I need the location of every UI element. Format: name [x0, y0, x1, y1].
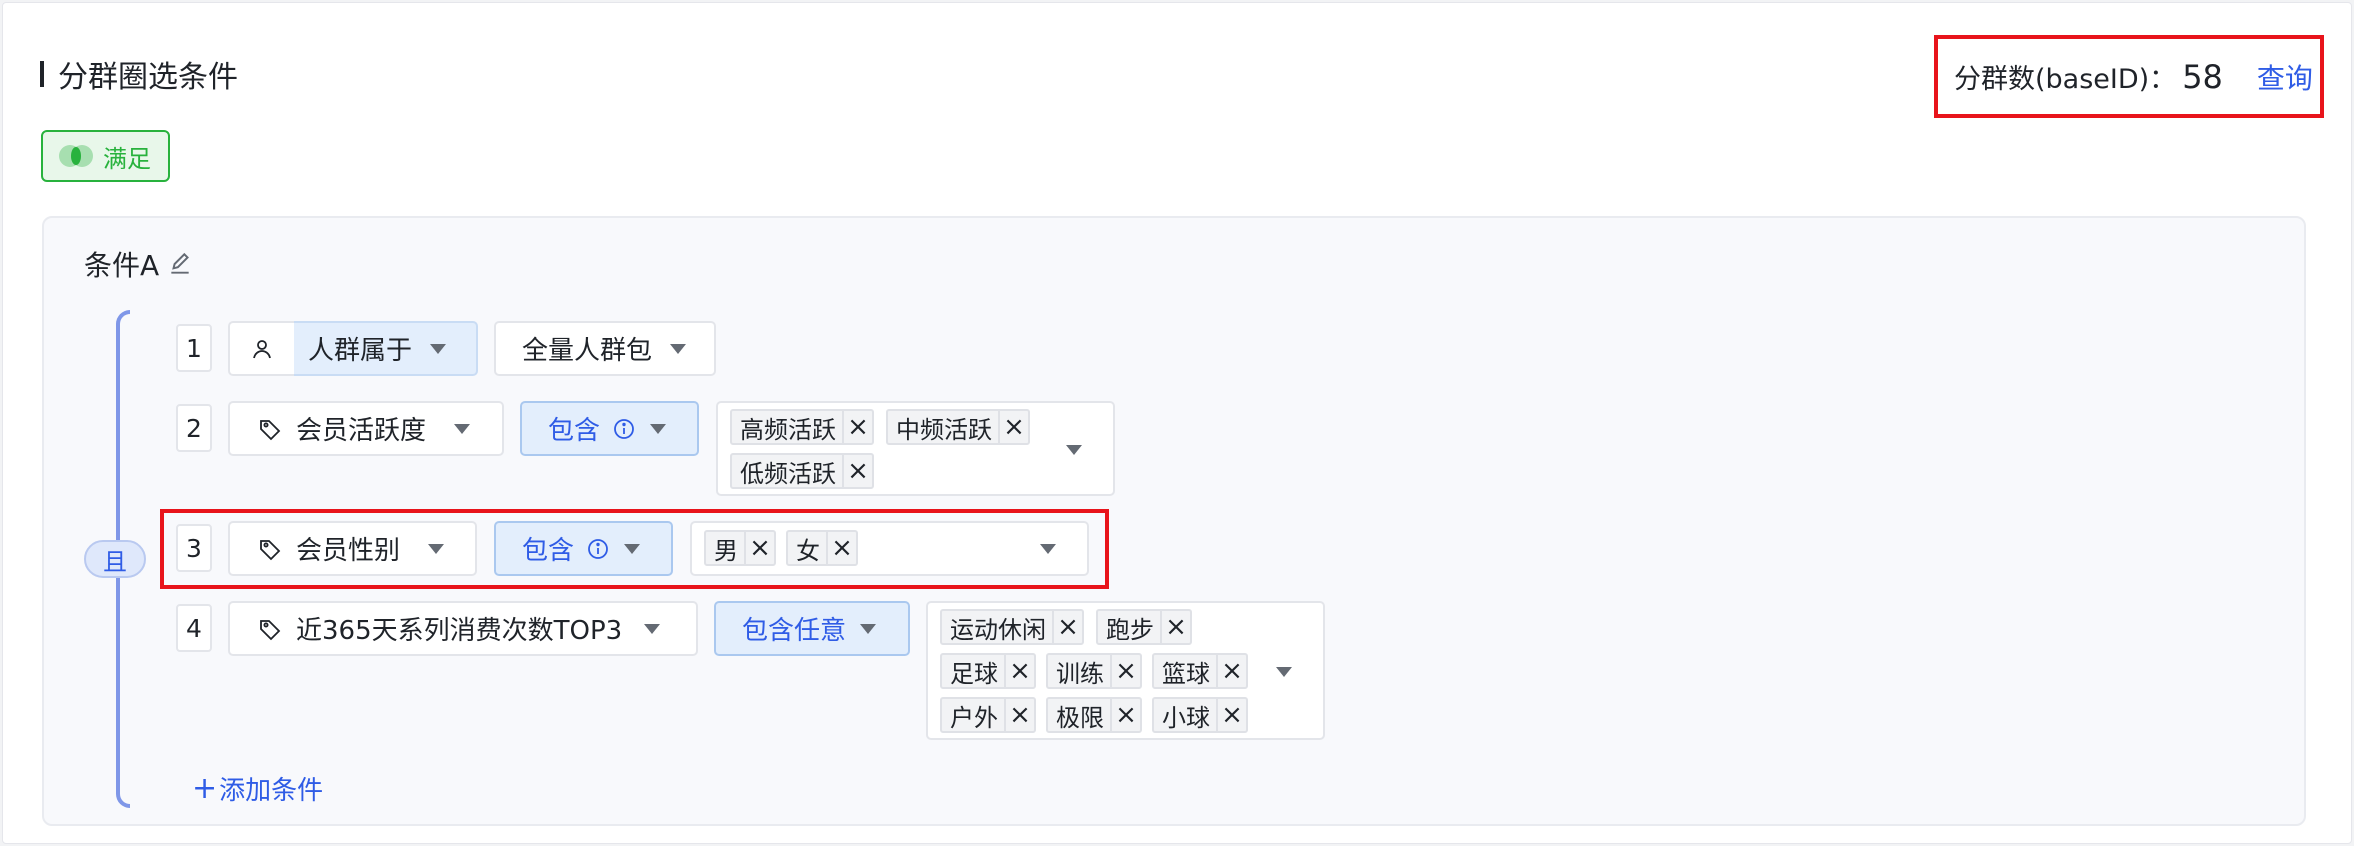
close-icon[interactable]: ×	[1004, 655, 1034, 687]
tag-chip: 极限 ×	[1046, 697, 1142, 733]
row-number-4: 4	[176, 604, 212, 652]
row-2-operator-label: 包含	[548, 416, 601, 446]
close-icon[interactable]: ×	[1110, 655, 1140, 687]
chevron-down-icon	[1066, 445, 1082, 455]
row-number-2: 2	[176, 404, 212, 452]
title-bar-decoration	[40, 61, 44, 87]
tag-chip-label: 中频活跃	[896, 415, 992, 444]
plus-icon: +	[192, 771, 218, 806]
close-icon[interactable]: ×	[1160, 611, 1190, 643]
close-icon[interactable]: ×	[1216, 699, 1246, 731]
info-icon[interactable]	[612, 417, 636, 441]
row-2-field-label: 会员活跃度	[296, 416, 427, 446]
add-condition-button[interactable]: + 添加条件	[192, 770, 323, 807]
close-icon[interactable]: ×	[1216, 655, 1246, 687]
row-4-field-label: 近365天系列消费次数TOP3	[296, 616, 623, 646]
chevron-down-icon	[860, 623, 877, 634]
venn-intersection-icon	[59, 145, 93, 167]
tag-chip-label: 运动休闲	[950, 615, 1046, 644]
row-3-operator-label: 包含	[522, 536, 575, 566]
row-1-field-label: 人群属于	[308, 336, 413, 366]
logic-satisfy-tag[interactable]: 满足	[41, 130, 170, 182]
row-2-field-select[interactable]: 会员活跃度	[228, 401, 504, 456]
row-4-operator-select[interactable]: 包含任意	[714, 601, 910, 656]
chevron-down-icon	[1040, 544, 1056, 554]
tag-chip: 训练 ×	[1046, 653, 1142, 689]
chevron-down-icon	[430, 343, 447, 354]
row-4-operator-label: 包含任意	[742, 616, 847, 646]
tag-chip-label: 极限	[1056, 703, 1104, 732]
close-icon[interactable]: ×	[1110, 699, 1140, 731]
logic-and-toggle[interactable]: 且	[84, 540, 146, 578]
tag-chip: 中频活跃 ×	[886, 409, 1030, 445]
close-icon[interactable]: ×	[1052, 611, 1082, 643]
condition-name-text: 条件A	[84, 249, 160, 282]
tag-chip: 篮球 ×	[1152, 653, 1248, 689]
row-4-field-select[interactable]: 近365天系列消费次数TOP3	[228, 601, 698, 656]
tag-chip: 女 ×	[786, 530, 858, 566]
tag-icon	[260, 419, 281, 440]
info-icon[interactable]	[586, 537, 610, 561]
tag-chip-label: 跑步	[1106, 615, 1154, 644]
tag-icon	[260, 539, 281, 560]
tag-chip-label: 低频活跃	[740, 459, 836, 488]
tag-chip-label: 户外	[950, 703, 998, 732]
tag-chip-label: 男	[714, 536, 738, 565]
tag-chip: 高频活跃 ×	[730, 409, 874, 445]
page-title: 分群圈选条件	[40, 52, 238, 96]
query-button[interactable]: 查询	[2257, 57, 2313, 97]
tag-chip: 低频活跃 ×	[730, 453, 874, 489]
row-number-3: 3	[176, 524, 212, 572]
tag-chip: 跑步 ×	[1096, 609, 1192, 645]
segment-count-value: 58	[2182, 57, 2223, 96]
row-4-tags-select[interactable]: 运动休闲 × 跑步 × 足球 × 训练 × 篮球 × 户外 × 极限 × 小球 …	[926, 601, 1325, 740]
close-icon[interactable]: ×	[842, 411, 872, 443]
row-3-field-label: 会员性别	[296, 536, 401, 566]
close-icon[interactable]: ×	[998, 411, 1028, 443]
chevron-down-icon	[1276, 667, 1292, 677]
row-1-value-label: 全量人群包	[522, 336, 653, 366]
edit-icon[interactable]	[167, 251, 193, 277]
row-3-operator-select[interactable]: 包含	[494, 521, 673, 576]
row-3-tags-select[interactable]: 男 × 女 ×	[690, 521, 1089, 576]
close-icon[interactable]: ×	[744, 532, 774, 564]
row-1-field-icon-area	[228, 321, 294, 376]
close-icon[interactable]: ×	[842, 455, 872, 487]
row-1-value-select[interactable]: 全量人群包	[494, 321, 716, 376]
close-icon[interactable]: ×	[826, 532, 856, 564]
tag-chip-label: 小球	[1162, 703, 1210, 732]
tag-chip: 户外 ×	[940, 697, 1036, 733]
row-3-field-select[interactable]: 会员性别	[228, 521, 477, 576]
tag-chip-label: 足球	[950, 659, 998, 688]
chevron-down-icon	[644, 623, 661, 634]
tag-chip-label: 篮球	[1162, 659, 1210, 688]
tag-chip: 小球 ×	[1152, 697, 1248, 733]
close-icon[interactable]: ×	[1004, 699, 1034, 731]
chevron-down-icon	[454, 423, 471, 434]
tag-chip-label: 高频活跃	[740, 415, 836, 444]
row-2-operator-select[interactable]: 包含	[520, 401, 699, 456]
chevron-down-icon	[670, 343, 687, 354]
tag-icon	[260, 619, 281, 640]
segment-count-label: 分群数(baseID)：	[1954, 64, 2177, 95]
chevron-down-icon	[428, 543, 445, 554]
user-icon	[253, 339, 271, 358]
chevron-down-icon	[650, 423, 667, 434]
condition-name: 条件A	[84, 244, 193, 284]
tag-chip-label: 训练	[1056, 659, 1104, 688]
segment-count-box: 分群数(baseID)： 58 查询	[1934, 35, 2324, 118]
tag-chip: 男 ×	[704, 530, 776, 566]
tag-chip: 运动休闲 ×	[940, 609, 1084, 645]
tag-chip-label: 女	[796, 536, 820, 565]
page-title-text: 分群圈选条件	[58, 60, 238, 95]
chevron-down-icon	[624, 543, 641, 554]
row-1-field-select[interactable]: 人群属于	[294, 321, 478, 376]
tag-chip: 足球 ×	[940, 653, 1036, 689]
row-number-1: 1	[176, 324, 212, 372]
add-condition-label: 添加条件	[219, 776, 324, 806]
logic-satisfy-label: 满足	[103, 144, 151, 173]
row-2-tags-select[interactable]: 高频活跃 × 中频活跃 × 低频活跃 ×	[716, 401, 1115, 496]
